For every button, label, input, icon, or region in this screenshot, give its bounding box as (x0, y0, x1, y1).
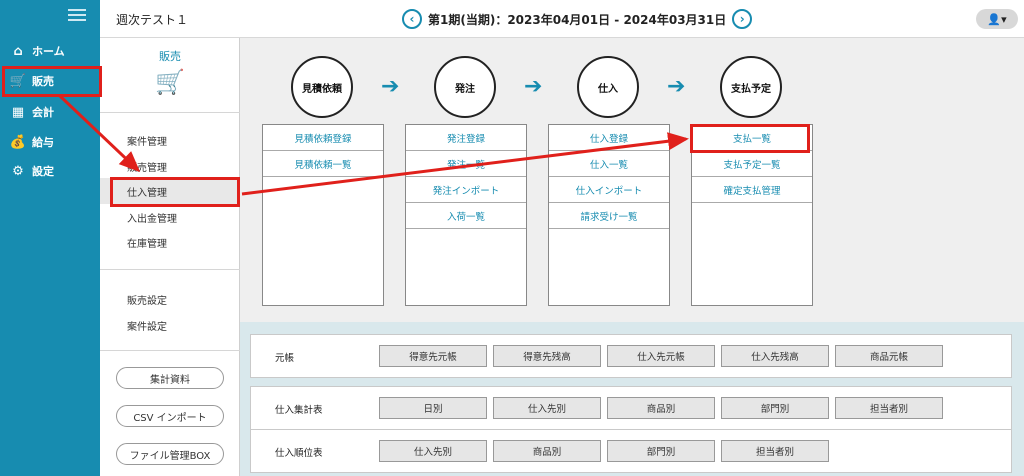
gear-icon: ⚙ (12, 163, 24, 179)
report-button[interactable]: 部門別 (721, 397, 829, 419)
nav-item-home[interactable]: ⌂ ホーム (0, 37, 100, 65)
report-button[interactable]: 日別 (379, 397, 487, 419)
link-quote-request-list[interactable]: 見積依頼一覧 (263, 151, 383, 177)
divider (100, 112, 240, 113)
report-button[interactable]: 担当者別 (721, 440, 829, 462)
highlight-purchase-mgmt (110, 177, 240, 207)
period-selector: ‹ 第1期(当期)：2023年04月01日 - 2024年03月31日 › (402, 9, 753, 29)
home-icon: ⌂ (13, 43, 23, 59)
submenu-item-cash-mgmt[interactable]: 入出金管理 (100, 204, 240, 230)
app-window: ⌂ ホーム 🛒 販売 ▦ 会計 💰 給与 ⚙ 設定 週次テスト１ ‹ 第1期(当期)：20… (0, 0, 1024, 476)
link-order-register[interactable]: 発注登録 (406, 125, 526, 151)
step-payment-schedule: 支払予定 (720, 56, 782, 118)
purchase-flow: 見積依頼 ➔ 発注 ➔ 仕入 ➔ 支払予定 見積依頼登録 見積依頼一覧 発注登録… (240, 38, 1024, 322)
sales-submenu: 販売 🛒 案件管理 販売管理 仕入管理 入出金管理 在庫管理 販売設定 案件設定… (100, 38, 240, 476)
report-button[interactable]: 部門別 (607, 440, 715, 462)
link-purchase-import[interactable]: 仕入インポート (549, 177, 669, 203)
submenu-item-projects[interactable]: 案件管理 (100, 127, 240, 153)
report-button[interactable]: 仕入先別 (379, 440, 487, 462)
submenu-item-sales-settings[interactable]: 販売設定 (100, 286, 240, 312)
arrow-right-icon: ➔ (667, 74, 686, 99)
report-button[interactable]: 担当者別 (835, 397, 943, 419)
nav-item-label: 給与 (32, 136, 54, 149)
cart-icon: 🛒 (155, 68, 185, 96)
top-bar: 週次テスト１ ‹ 第1期(当期)：2023年04月01日 - 2024年03月3… (100, 0, 1024, 38)
link-payment-schedule-list[interactable]: 支払予定一覧 (692, 151, 812, 177)
highlight-payment-list (690, 124, 810, 153)
order-column: 発注登録 発注一覧 発注インポート 入荷一覧 (405, 124, 527, 306)
link-confirmed-payment-mgmt[interactable]: 確定支払管理 (692, 177, 812, 203)
user-menu-button[interactable]: 👤▾ (976, 9, 1018, 29)
nav-item-label: ホーム (32, 45, 65, 58)
company-title: 週次テスト１ (116, 13, 189, 27)
step-quote-request: 見積依頼 (291, 56, 353, 118)
csv-import-button[interactable]: CSV インポート (116, 405, 224, 427)
arrow-right-icon: ➔ (381, 74, 400, 99)
main-content: 見積依頼 ➔ 発注 ➔ 仕入 ➔ 支払予定 見積依頼登録 見積依頼一覧 発注登録… (240, 38, 1024, 476)
nav-item-label: 会計 (32, 106, 54, 119)
submenu-item-inventory[interactable]: 在庫管理 (100, 229, 240, 255)
step-purchase: 仕入 (577, 56, 639, 118)
nav-item-payroll[interactable]: 💰 給与 (0, 128, 100, 156)
aggregate-reports-button[interactable]: 集計資料 (116, 367, 224, 389)
highlight-nav-sales (2, 66, 102, 97)
report-row-ledger: 元帳 得意先元帳 得意先残高 仕入先元帳 仕入先残高 商品元帳 (250, 334, 1012, 378)
submenu-item-sales-mgmt[interactable]: 販売管理 (100, 153, 240, 179)
report-row-purchase-ranking: 仕入順位表 仕入先別 商品別 部門別 担当者別 (250, 429, 1012, 473)
period-label: 第1期(当期)：2023年04月01日 - 2024年03月31日 (428, 12, 727, 27)
report-button[interactable]: 仕入先残高 (721, 345, 829, 367)
nav-item-label: 設定 (32, 165, 54, 178)
submenu-item-project-settings[interactable]: 案件設定 (100, 312, 240, 338)
divider (100, 269, 240, 270)
link-quote-request-register[interactable]: 見積依頼登録 (263, 125, 383, 151)
report-row-purchase-summary: 仕入集計表 日別 仕入先別 商品別 部門別 担当者別 (250, 386, 1012, 430)
step-order: 発注 (434, 56, 496, 118)
calculator-icon: ▦ (11, 104, 25, 120)
report-button[interactable]: 得意先残高 (493, 345, 601, 367)
link-invoice-received-list[interactable]: 請求受け一覧 (549, 203, 669, 229)
submenu-title: 販売 (159, 50, 181, 63)
nav-item-accounting[interactable]: ▦ 会計 (0, 98, 100, 126)
row-label: 仕入順位表 (275, 448, 323, 459)
report-button[interactable]: 商品別 (493, 440, 601, 462)
link-purchase-register[interactable]: 仕入登録 (549, 125, 669, 151)
report-button[interactable]: 商品元帳 (835, 345, 943, 367)
money-bag-icon: 💰 (9, 134, 27, 150)
divider (100, 350, 240, 351)
arrow-right-icon: ➔ (524, 74, 543, 99)
nav-item-settings[interactable]: ⚙ 設定 (0, 157, 100, 185)
report-button[interactable]: 仕入先元帳 (607, 345, 715, 367)
row-label: 仕入集計表 (275, 405, 323, 416)
link-order-list[interactable]: 発注一覧 (406, 151, 526, 177)
report-button[interactable]: 商品別 (607, 397, 715, 419)
hamburger-menu-icon[interactable] (68, 6, 86, 22)
prev-period-icon[interactable]: ‹ (402, 9, 422, 29)
report-button[interactable]: 仕入先別 (493, 397, 601, 419)
report-button[interactable]: 得意先元帳 (379, 345, 487, 367)
link-order-import[interactable]: 発注インポート (406, 177, 526, 203)
next-period-icon[interactable]: › (732, 9, 753, 29)
purchase-column: 仕入登録 仕入一覧 仕入インポート 請求受け一覧 (548, 124, 670, 306)
link-arrival-list[interactable]: 入荷一覧 (406, 203, 526, 229)
row-label: 元帳 (275, 353, 295, 364)
quote-request-column: 見積依頼登録 見積依頼一覧 (262, 124, 384, 306)
file-box-button[interactable]: ファイル管理BOX (116, 443, 224, 465)
link-purchase-list[interactable]: 仕入一覧 (549, 151, 669, 177)
